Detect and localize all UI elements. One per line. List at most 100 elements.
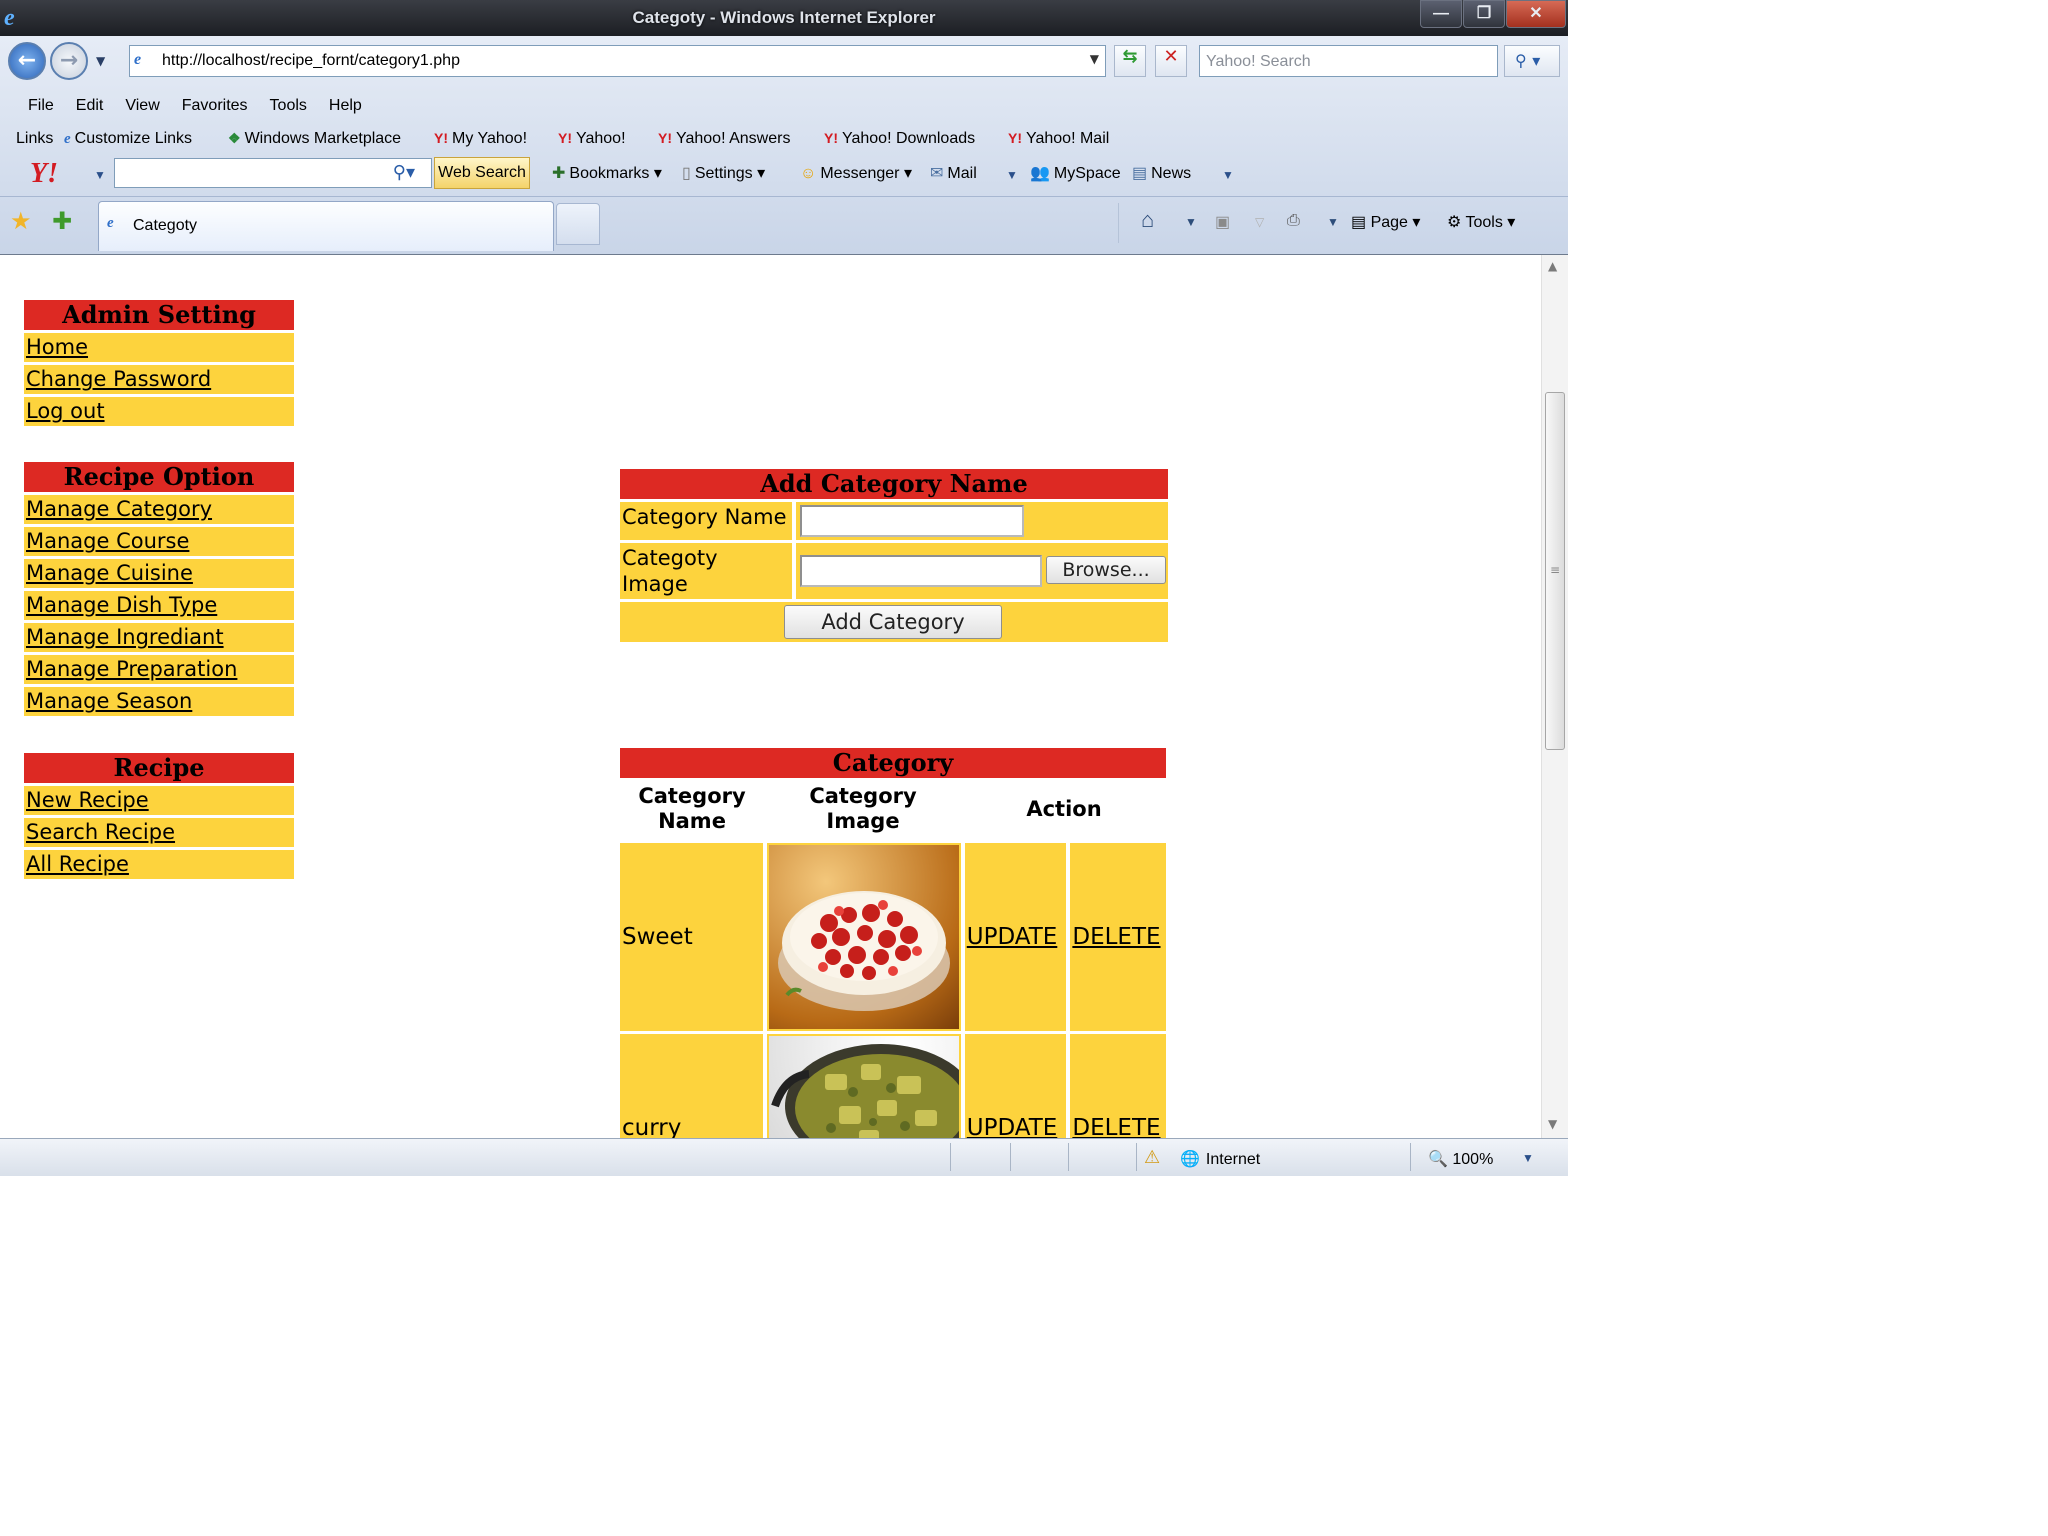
settings-button[interactable]: ▯ Settings ▾ — [682, 163, 765, 183]
new-tab-button[interactable] — [556, 203, 600, 245]
nav-manage-ingrediant-link[interactable]: Manage Ingrediant — [26, 625, 224, 649]
menu-favorites[interactable]: Favorites — [182, 90, 248, 122]
myspace-button[interactable]: 👥 MySpace — [1030, 163, 1121, 183]
category-name-cell — [796, 502, 1168, 540]
toolbar-more-dropdown-icon[interactable]: ▼ — [1222, 168, 1234, 182]
scroll-down-arrow-icon[interactable]: ▼ — [1548, 1117, 1557, 1131]
delete-link[interactable]: DELETE — [1072, 924, 1160, 950]
print-icon[interactable]: ⎙ — [1287, 212, 1300, 230]
delete-link[interactable]: DELETE — [1072, 1115, 1160, 1138]
nav-log-out-link[interactable]: Log out — [26, 399, 105, 423]
curry-dish-image — [771, 1044, 961, 1138]
back-button[interactable]: ← — [8, 42, 46, 80]
feeds-icon[interactable]: ▣ — [1215, 212, 1230, 232]
link-yahoo-mail[interactable]: Y! Yahoo! Mail — [1008, 130, 1109, 148]
nav-manage-dish-type: Manage Dish Type — [24, 591, 294, 620]
nav-change-password-link[interactable]: Change Password — [26, 367, 211, 391]
nav-manage-preparation-link[interactable]: Manage Preparation — [26, 657, 237, 681]
recent-pages-dropdown-icon[interactable]: ▼ — [96, 54, 105, 68]
nav-search-recipe: Search Recipe — [24, 818, 294, 847]
scrollbar-thumb[interactable]: ≡ — [1545, 392, 1565, 750]
web-search-button[interactable]: Web Search — [434, 157, 530, 189]
nav-manage-category: Manage Category — [24, 495, 294, 524]
yahoo-logo[interactable]: Y! — [30, 158, 58, 190]
update-link[interactable]: UPDATE — [967, 924, 1058, 950]
nav-log-out: Log out — [24, 397, 294, 426]
myspace-icon: 👥 — [1030, 165, 1050, 182]
nav-home-link[interactable]: Home — [26, 335, 88, 359]
mail-dropdown-icon[interactable]: ▼ — [1006, 168, 1018, 182]
messenger-button[interactable]: ☺ Messenger ▾ — [800, 163, 912, 183]
category-image-cell — [767, 1034, 961, 1138]
update-link[interactable]: UPDATE — [967, 1115, 1058, 1138]
nav-manage-cuisine-link[interactable]: Manage Cuisine — [26, 561, 193, 585]
nav-manage-season-link[interactable]: Manage Season — [26, 689, 192, 713]
link-windows-marketplace[interactable]: ❖ Windows Marketplace — [228, 130, 401, 148]
print-dropdown-icon[interactable]: ▼ — [1327, 215, 1339, 229]
address-bar[interactable]: e http://localhost/recipe_fornt/category… — [129, 45, 1106, 77]
link-yahoo[interactable]: Y! Yahoo! — [558, 130, 626, 148]
messenger-icon: ☺ — [800, 165, 817, 182]
nav-change-password: Change Password — [24, 365, 294, 394]
home-icon[interactable]: ⌂ — [1141, 207, 1154, 233]
yahoo-search-input[interactable]: ⚲▾ — [114, 158, 432, 188]
add-favorites-icon[interactable]: ✚ — [52, 207, 72, 235]
nav-manage-category-link[interactable]: Manage Category — [26, 497, 212, 521]
stop-button[interactable]: ✕ — [1155, 45, 1187, 77]
globe-icon: 🌐 — [1180, 1151, 1200, 1168]
menu-view[interactable]: View — [125, 90, 159, 122]
address-dropdown-icon[interactable]: ▼ — [1090, 52, 1099, 66]
browse-button[interactable]: Browse... — [1046, 556, 1166, 584]
yahoo-icon: Y! — [1008, 130, 1022, 146]
feeds-dropdown-icon[interactable]: ▽ — [1255, 215, 1264, 229]
menu-help[interactable]: Help — [329, 90, 362, 122]
yahoo-menu-dropdown-icon[interactable]: ▼ — [94, 168, 106, 182]
menu-edit[interactable]: Edit — [76, 90, 104, 122]
scroll-up-arrow-icon[interactable]: ▲ — [1548, 259, 1557, 273]
zoom-level[interactable]: 🔍 100% — [1428, 1149, 1493, 1169]
security-zone[interactable]: 🌐 Internet — [1180, 1149, 1260, 1169]
category-image-label: Categoty Image — [620, 543, 792, 599]
search-input[interactable]: Yahoo! Search — [1199, 45, 1498, 77]
nav-search-recipe-link[interactable]: Search Recipe — [26, 820, 175, 844]
protected-mode-icon[interactable]: ⚠ — [1144, 1147, 1160, 1168]
zoom-dropdown-icon[interactable]: ▼ — [1522, 1151, 1534, 1165]
news-button[interactable]: ▤ News — [1132, 163, 1191, 183]
forward-button[interactable]: → — [50, 42, 88, 80]
link-yahoo-downloads[interactable]: Y! Yahoo! Downloads — [824, 130, 975, 148]
add-category-button[interactable]: Add Category — [784, 605, 1002, 639]
nav-manage-ingrediant: Manage Ingrediant — [24, 623, 294, 652]
restore-button[interactable]: ❐ — [1463, 0, 1505, 28]
category-name-input[interactable] — [800, 505, 1024, 537]
refresh-button[interactable]: ⇆ — [1114, 45, 1146, 77]
link-yahoo-answers[interactable]: Y! Yahoo! Answers — [658, 130, 790, 148]
add-category-button-cell: Add Category — [620, 602, 1168, 642]
minimize-button[interactable]: — — [1420, 0, 1462, 28]
page-viewport: Admin Setting Home Change Password Log o… — [0, 254, 1568, 1138]
home-dropdown-icon[interactable]: ▼ — [1185, 215, 1197, 229]
add-category-form: Add Category Name Category Name Categoty… — [620, 469, 1168, 645]
nav-manage-course-link[interactable]: Manage Course — [26, 529, 189, 553]
page-menu-button[interactable]: ▤ Page ▾ — [1351, 212, 1420, 232]
link-my-yahoo[interactable]: Y! My Yahoo! — [434, 130, 527, 148]
nav-new-recipe-link[interactable]: New Recipe — [26, 788, 149, 812]
tools-menu-button[interactable]: ⚙ Tools ▾ — [1447, 212, 1515, 232]
category-name: curry — [622, 1115, 682, 1138]
close-button[interactable]: ✕ — [1506, 0, 1566, 28]
yahoo-toolbar: Y! ▼ ⚲▾ Web Search ✚ Bookmarks ▾ ▯ Setting… — [0, 154, 1568, 194]
search-button[interactable]: ⚲ ▾ — [1504, 45, 1560, 77]
tab-categoty[interactable]: e Categoty — [98, 201, 554, 251]
mail-button[interactable]: ✉ Mail — [930, 163, 977, 183]
menu-tools[interactable]: Tools — [270, 90, 307, 122]
nav-manage-dish-type-link[interactable]: Manage Dish Type — [26, 593, 217, 617]
nav-all-recipe-link[interactable]: All Recipe — [26, 852, 129, 876]
delete-cell: DELETE — [1070, 1034, 1167, 1138]
bookmarks-button[interactable]: ✚ Bookmarks ▾ — [552, 163, 662, 183]
category-image-file-input[interactable] — [800, 555, 1042, 587]
favorites-star-icon[interactable]: ★ — [10, 207, 32, 235]
category-name-cell: curry — [620, 1034, 764, 1138]
link-customize-links[interactable]: e Customize Links — [64, 130, 192, 148]
menu-file[interactable]: File — [28, 90, 54, 122]
vertical-scrollbar[interactable]: ▲ ≡ ▼ — [1541, 255, 1568, 1138]
address-url[interactable]: http://localhost/recipe_fornt/category1.… — [162, 52, 460, 70]
